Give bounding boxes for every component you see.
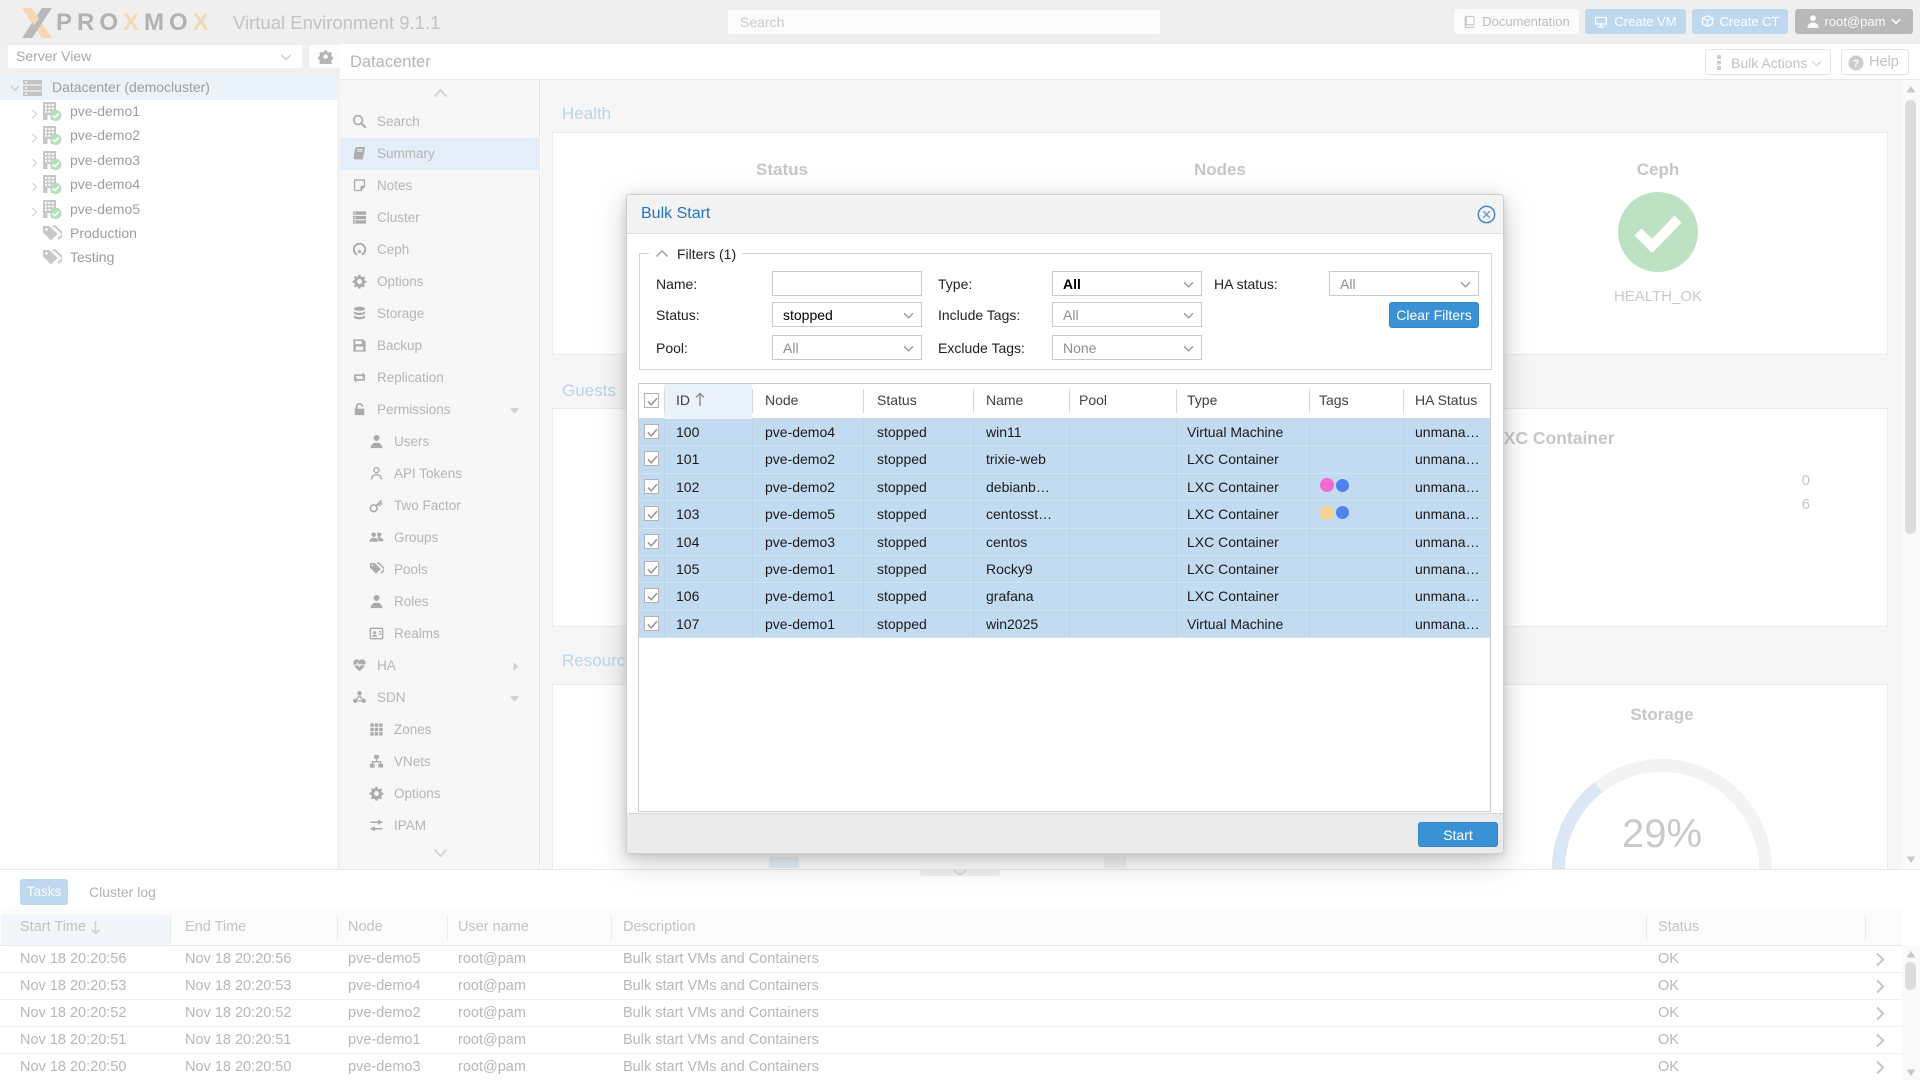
svg-text:?: ?	[1853, 58, 1860, 70]
